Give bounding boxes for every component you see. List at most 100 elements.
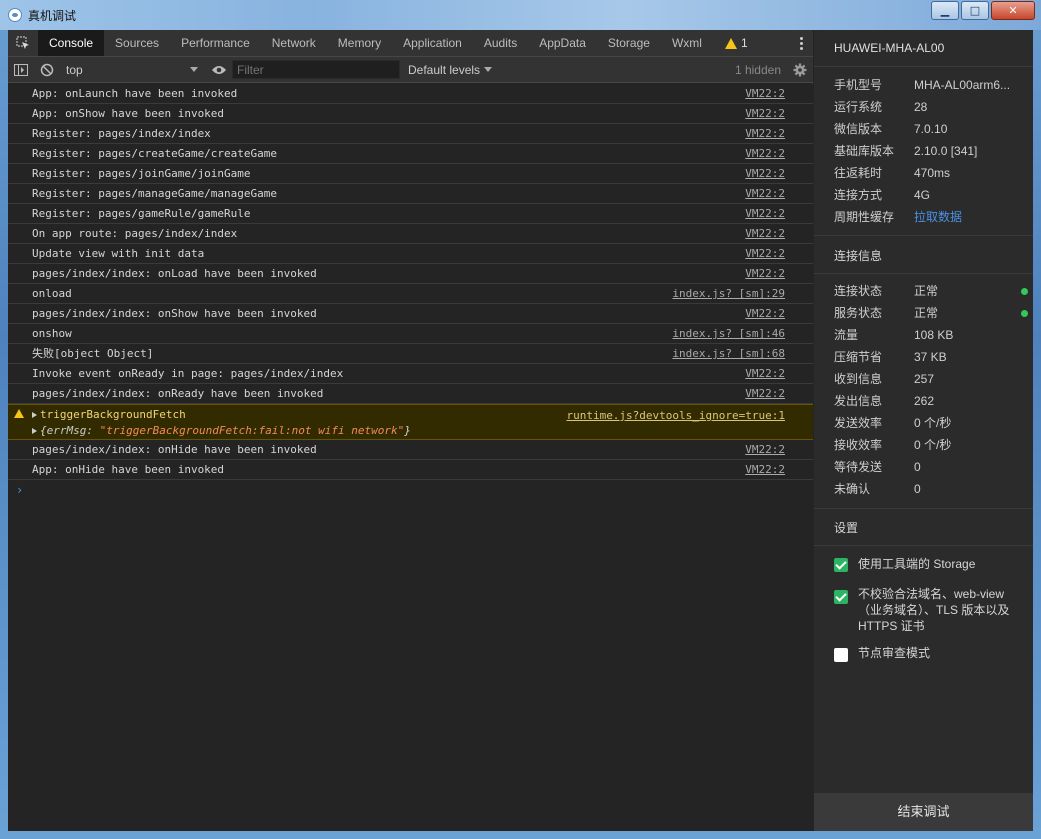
clear-console-button[interactable] [34,57,60,83]
inspect-element-button[interactable] [8,30,38,56]
info-key: 往返耗时 [834,166,883,180]
app-window: 真机调试 ▁ □ ✕ Console Sources Performance N… [0,0,1041,839]
tab-sources[interactable]: Sources [104,30,170,56]
log-message: Register: pages/joinGame/joinGame [32,167,251,180]
source-link[interactable]: index.js? [sm]:46 [672,324,785,344]
console-row: pages/index/index: onHide have been invo… [8,440,813,460]
devtools: Console Sources Performance Network Memo… [8,30,813,831]
console-toolbar: top Default levels 1 hidden [8,57,813,83]
tab-storage[interactable]: Storage [597,30,661,56]
conn-value: 正常 [914,284,939,298]
console-row: onshow index.js? [sm]:46 [8,324,813,344]
info-key: 基础库版本 [834,144,895,158]
console-row: Register: pages/index/index VM22:2 [8,124,813,144]
source-link[interactable]: VM22:2 [745,104,785,124]
connection-header: 连接信息 [834,249,883,263]
log-message: onshow [32,327,72,340]
tab-wxml[interactable]: Wxml [661,30,713,56]
console-row: pages/index/index: onShow have been invo… [8,304,813,324]
warning-icon [724,37,737,49]
expand-arrow-icon[interactable] [32,412,37,418]
skip-domain-check-label: 不校验合法域名、web-view（业务域名）、TLS 版本以及 HTTPS 证书 [858,587,1010,633]
source-link[interactable]: runtime.js?devtools_ignore=true:1 [566,407,785,425]
warnings-counter[interactable]: 1 [713,30,754,56]
source-link[interactable]: VM22:2 [745,440,785,460]
conn-row: 收到信息 257 [834,368,1024,390]
object-brace: } [404,424,411,437]
conn-row: 等待发送 0 [834,456,1024,478]
window-title: 真机调试 [28,9,77,23]
more-options-icon[interactable] [789,30,813,56]
eye-icon [212,65,226,74]
conn-row: 未确认 0 [834,478,1024,500]
conn-key: 收到信息 [834,372,883,386]
source-link[interactable]: VM22:2 [745,364,785,384]
console-row: 失败[object Object] index.js? [sm]:68 [8,344,813,364]
log-levels-label: Default levels [408,62,481,77]
source-link[interactable]: index.js? [sm]:68 [672,344,785,364]
expand-arrow-icon[interactable] [32,428,37,434]
close-icon: ✕ [1008,4,1018,17]
conn-value: 37 KB [914,350,947,364]
info-value: 4G [914,188,931,202]
source-link[interactable]: VM22:2 [745,384,785,404]
log-message: App: onLaunch have been invoked [32,87,238,100]
source-link[interactable]: VM22:2 [745,124,785,144]
node-inspect-checkbox[interactable] [834,648,848,662]
conn-key: 服务状态 [834,306,883,320]
block-icon [40,63,54,76]
tab-network[interactable]: Network [261,30,327,56]
source-link[interactable]: VM22:2 [745,164,785,184]
warning-object-line[interactable]: {errMsg: "triggerBackgroundFetch:fail:no… [32,423,813,439]
conn-row: 服务状态 正常 [834,302,1028,324]
conn-key: 接收效率 [834,438,883,452]
conn-key: 压缩节省 [834,350,883,364]
log-message: Update view with init data [32,247,205,260]
console-settings-button[interactable] [787,57,813,83]
toggle-sidebar-button[interactable] [8,57,34,83]
title-bar[interactable]: 真机调试 ▁ □ ✕ [0,0,1041,30]
source-link[interactable]: VM22:2 [745,264,785,284]
tab-performance[interactable]: Performance [170,30,261,56]
console-row: pages/index/index: onReady have been inv… [8,384,813,404]
context-selector[interactable]: top [66,63,206,77]
source-link[interactable]: index.js? [sm]:29 [672,284,785,304]
fetch-data-link[interactable]: 拉取数据 [914,206,962,228]
source-link[interactable]: VM22:2 [745,224,785,244]
log-message: 失败[object Object] [32,347,154,360]
skip-domain-check-checkbox[interactable] [834,590,848,604]
tab-appdata[interactable]: AppData [528,30,597,56]
info-row: 基础库版本 2.10.0 [341] [834,140,1024,162]
end-debug-button[interactable]: 结束调试 [814,793,1033,831]
conn-value: 0 个/秒 [914,416,952,430]
source-link[interactable]: VM22:2 [745,204,785,224]
tab-console[interactable]: Console [38,30,105,56]
filter-input[interactable] [232,60,400,79]
console-prompt[interactable]: › [8,480,813,500]
conn-row: 发送效率 0 个/秒 [834,412,1024,434]
log-message: App: onShow have been invoked [32,107,225,120]
minimize-button[interactable]: ▁ [931,1,959,20]
log-message: pages/index/index: onShow have been invo… [32,307,317,320]
source-link[interactable]: VM22:2 [745,144,785,164]
source-link[interactable]: VM22:2 [745,460,785,480]
log-message: Invoke event onReady in page: pages/inde… [32,367,344,380]
live-expression-button[interactable] [206,57,232,83]
conn-value: 0 [914,482,921,496]
source-link[interactable]: VM22:2 [745,244,785,264]
source-link[interactable]: VM22:2 [745,184,785,204]
object-value: "triggerBackgroundFetch:fail:not wifi ne… [99,424,405,437]
close-button[interactable]: ✕ [991,1,1035,20]
tab-application[interactable]: Application [392,30,473,56]
tab-memory[interactable]: Memory [327,30,392,56]
info-value: MHA-AL00arm6... [914,78,1011,92]
log-message: Register: pages/index/index [32,127,211,140]
minimize-icon: ▁ [940,4,950,17]
maximize-button[interactable]: □ [961,1,989,20]
source-link[interactable]: VM22:2 [745,304,785,324]
conn-value: 257 [914,372,935,386]
source-link[interactable]: VM22:2 [745,84,785,104]
use-tool-storage-checkbox[interactable] [834,558,848,572]
tab-audits[interactable]: Audits [473,30,528,56]
log-levels-dropdown[interactable]: Default levels [408,62,493,77]
